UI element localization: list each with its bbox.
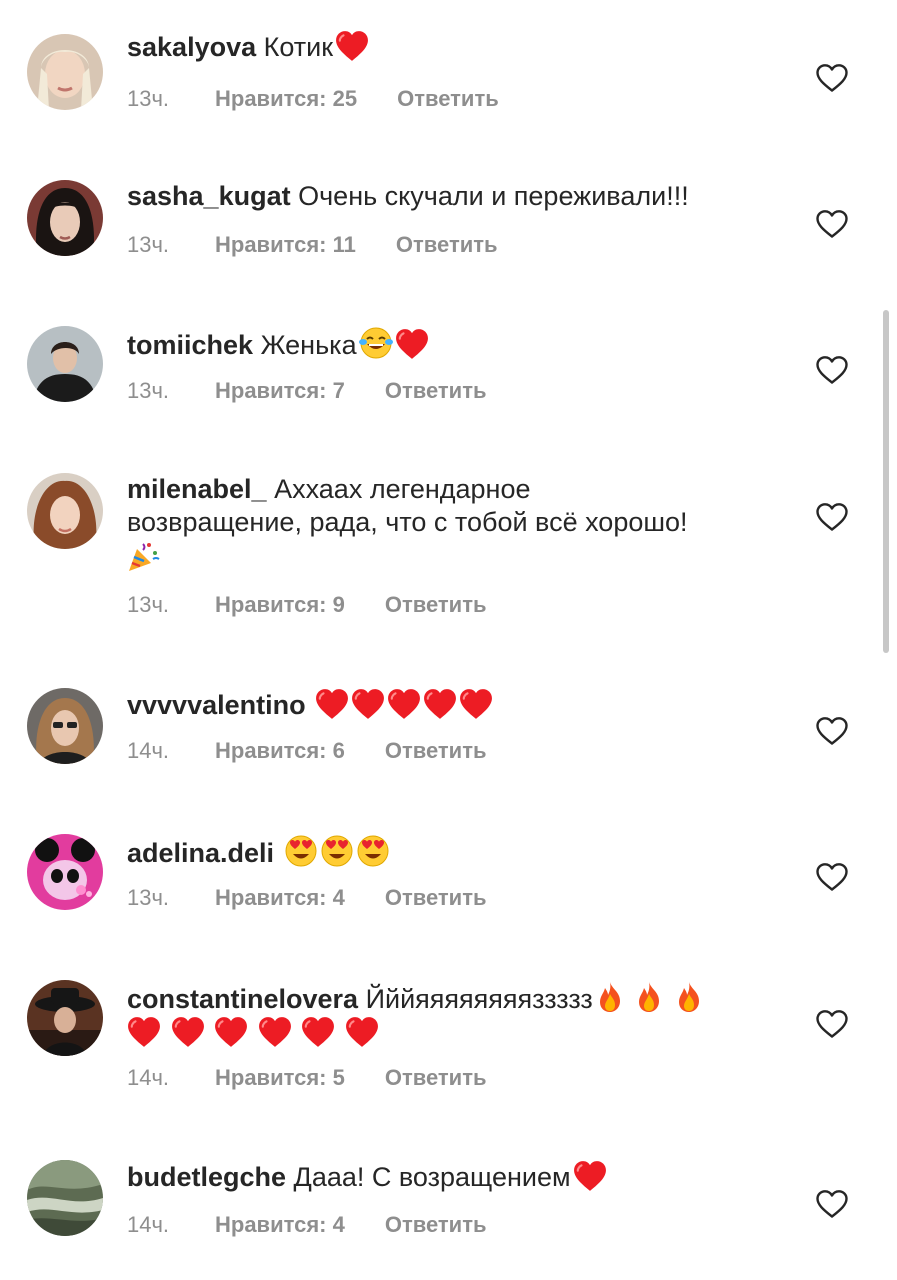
heart-emoji-icon — [395, 328, 429, 360]
reply-button[interactable]: Ответить — [397, 86, 499, 112]
comment-body: Дааа! С возращением — [293, 1162, 571, 1192]
like-heart-icon[interactable] — [815, 862, 849, 892]
comment-meta: 14ч. Нравится: 5 Ответить — [127, 1065, 487, 1091]
like-heart-icon[interactable] — [815, 209, 849, 239]
like-heart-icon[interactable] — [815, 502, 849, 532]
comment-likes[interactable]: Нравится: 4 — [215, 885, 345, 911]
reply-button[interactable]: Ответить — [385, 378, 487, 404]
comment-username[interactable]: sakalyova — [127, 32, 256, 62]
fire-emoji-icon — [634, 980, 664, 1014]
comment-likes[interactable]: Нравится: 4 — [215, 1212, 345, 1238]
reply-button[interactable]: Ответить — [385, 1212, 487, 1238]
party-popper-emoji-icon — [127, 539, 161, 573]
comment-time: 14ч. — [127, 1212, 170, 1237]
scrollbar[interactable] — [883, 310, 889, 653]
comment-text: sasha_kugat Очень скучали и переживали!!… — [127, 180, 787, 213]
comment-body: Женька — [260, 330, 357, 360]
heart-emoji-icon — [459, 688, 493, 720]
comment-text: budetlegche Дааа! С возращением — [127, 1160, 787, 1194]
heart-eyes-emoji-icon — [284, 834, 318, 868]
avatar[interactable] — [27, 688, 103, 764]
comment-likes[interactable]: Нравится: 9 — [215, 592, 345, 618]
heart-emoji-icon — [387, 688, 421, 720]
heart-emoji-icon — [351, 688, 385, 720]
comment-username[interactable]: sasha_kugat — [127, 181, 291, 211]
like-heart-icon[interactable] — [815, 1009, 849, 1039]
comment-meta: 13ч. Нравится: 25 Ответить — [127, 86, 499, 112]
avatar[interactable] — [27, 980, 103, 1056]
comment-time: 14ч. — [127, 1065, 170, 1090]
comment-likes[interactable]: Нравится: 5 — [215, 1065, 345, 1091]
comment-time: 13ч. — [127, 378, 170, 403]
comment-time: 13ч. — [127, 232, 170, 257]
avatar[interactable] — [27, 34, 103, 110]
comment-text: sakalyova Котик — [127, 30, 787, 64]
comment-time: 13ч. — [127, 86, 170, 111]
avatar[interactable] — [27, 180, 103, 256]
heart-emoji-icon — [214, 1016, 248, 1048]
avatar[interactable] — [27, 326, 103, 402]
comment-text: constantinelovera Йййяяяяяяяяззззз — [127, 980, 787, 1050]
avatar[interactable] — [27, 473, 103, 549]
comment-body: Очень скучали и переживали!!! — [298, 181, 689, 211]
comment-likes[interactable]: Нравится: 7 — [215, 378, 345, 404]
heart-emoji-icon — [301, 1016, 335, 1048]
comment-body: Аххаах легендарное — [274, 474, 531, 504]
like-heart-icon[interactable] — [815, 63, 849, 93]
comment-username[interactable]: adelina.deli — [127, 838, 274, 868]
comment-meta: 13ч. Нравится: 11 Ответить — [127, 232, 498, 258]
comment-likes[interactable]: Нравится: 6 — [215, 738, 345, 764]
comment-text: milenabel_ Аххаах легендарное возвращение… — [127, 473, 787, 575]
comment-likes[interactable]: Нравится: 11 — [215, 232, 356, 258]
fire-emoji-icon — [674, 980, 704, 1014]
comment-meta: 13ч. Нравится: 4 Ответить — [127, 885, 487, 911]
reply-button[interactable]: Ответить — [385, 738, 487, 764]
heart-emoji-icon — [573, 1160, 607, 1192]
comment-likes[interactable]: Нравится: 25 — [215, 86, 357, 112]
comment-meta: 13ч. Нравится: 7 Ответить — [127, 378, 487, 404]
comment-time: 14ч. — [127, 738, 170, 763]
comment-username[interactable]: vvvvvalentino — [127, 690, 306, 720]
like-heart-icon[interactable] — [815, 1189, 849, 1219]
comment-username[interactable]: budetlegche — [127, 1162, 286, 1192]
reply-button[interactable]: Ответить — [385, 885, 487, 911]
comment-body: Котик — [263, 32, 334, 62]
heart-emoji-icon — [423, 688, 457, 720]
heart-eyes-emoji-icon — [320, 834, 354, 868]
comment-meta: 14ч. Нравится: 6 Ответить — [127, 738, 487, 764]
reply-button[interactable]: Ответить — [396, 232, 498, 258]
comment-text: adelina.deli — [127, 834, 787, 870]
comment-meta: 14ч. Нравится: 4 Ответить — [127, 1212, 487, 1238]
heart-emoji-icon — [258, 1016, 292, 1048]
reply-button[interactable]: Ответить — [385, 1065, 487, 1091]
avatar[interactable] — [27, 1160, 103, 1236]
comment-body-line: возвращение, рада, что с тобой всё хорош… — [127, 507, 688, 537]
comment-username[interactable]: tomiichek — [127, 330, 253, 360]
comment-text: vvvvvalentino — [127, 688, 787, 722]
comment-time: 13ч. — [127, 592, 170, 617]
comment-meta: 13ч. Нравится: 9 Ответить — [127, 592, 487, 618]
heart-emoji-icon — [345, 1016, 379, 1048]
heart-eyes-emoji-icon — [356, 834, 390, 868]
reply-button[interactable]: Ответить — [385, 592, 487, 618]
comment-username[interactable]: constantinelovera — [127, 984, 358, 1014]
like-heart-icon[interactable] — [815, 716, 849, 746]
comment-time: 13ч. — [127, 885, 170, 910]
heart-emoji-icon — [315, 688, 349, 720]
comment-text: tomiichek Женька — [127, 326, 787, 362]
comment-body: Йййяяяяяяяяззззз — [365, 984, 593, 1014]
fire-emoji-icon — [595, 980, 625, 1014]
tears-of-joy-emoji-icon — [359, 326, 393, 360]
heart-emoji-icon — [127, 1016, 161, 1048]
avatar[interactable] — [27, 834, 103, 910]
comment-username[interactable]: milenabel_ — [127, 474, 267, 504]
like-heart-icon[interactable] — [815, 355, 849, 385]
heart-emoji-icon — [171, 1016, 205, 1048]
heart-emoji-icon — [335, 30, 369, 62]
